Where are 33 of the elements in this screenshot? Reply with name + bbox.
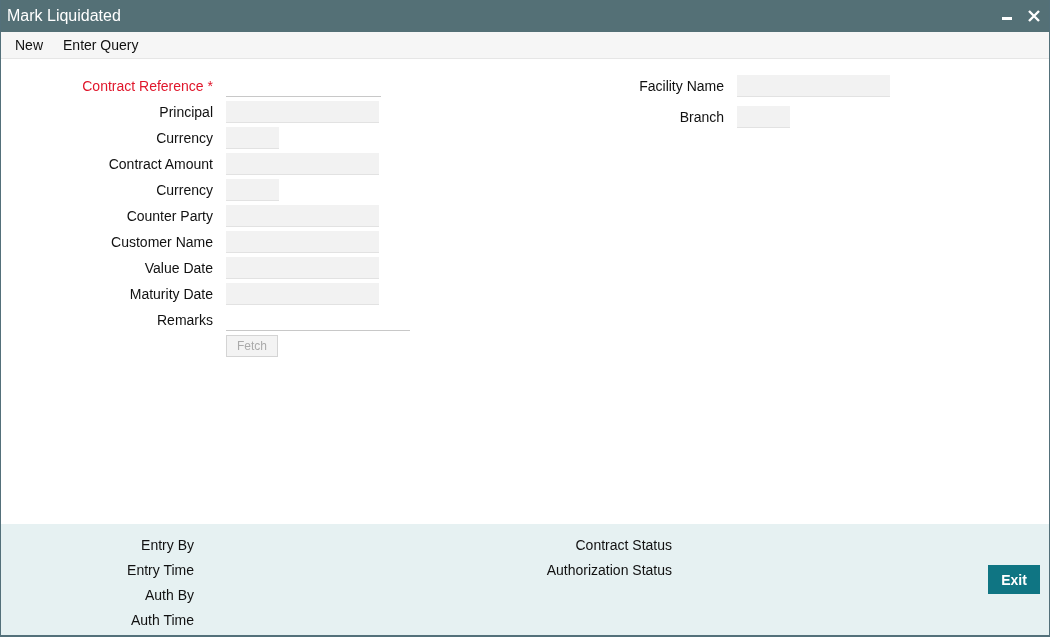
field-label: Currency — [155, 130, 213, 146]
field-label: Value Date — [143, 260, 213, 276]
field-label: Principal — [158, 104, 213, 120]
window-title: Mark Liquidated — [7, 7, 121, 25]
input-field[interactable] — [226, 127, 279, 149]
field-label: Contract Amount — [107, 156, 213, 172]
close-icon[interactable] — [1027, 9, 1041, 23]
status-label: Authorization Status — [546, 561, 672, 579]
field-label: Facility Name — [638, 78, 724, 94]
field-label: Branch — [678, 109, 724, 125]
input-field[interactable] — [226, 153, 379, 175]
input-field[interactable] — [226, 205, 379, 227]
input-field[interactable] — [226, 283, 379, 305]
field-label: Customer Name — [110, 234, 213, 250]
field-label: Currency — [155, 182, 213, 198]
audit-label: Auth By — [144, 586, 194, 604]
input-field[interactable] — [226, 179, 279, 201]
toolbar-menu-item[interactable]: Enter Query — [63, 37, 139, 53]
input-field[interactable] — [226, 257, 379, 279]
status-label: Contract Status — [575, 536, 672, 554]
field-label: Contract Reference * — [81, 78, 213, 94]
field-label: Counter Party — [125, 208, 213, 224]
audit-label: Auth Time — [130, 611, 194, 629]
input-field[interactable] — [737, 75, 890, 97]
exit-button[interactable]: Exit — [988, 565, 1040, 594]
field-label: Maturity Date — [128, 286, 213, 302]
audit-label: Entry By — [141, 536, 194, 554]
audit-label: Entry Time — [127, 561, 194, 579]
input-field[interactable] — [737, 106, 790, 128]
input-field[interactable] — [226, 101, 379, 123]
input-field[interactable] — [226, 231, 379, 253]
toolbar-menu-item[interactable]: New — [15, 37, 43, 53]
field-label: Remarks — [156, 312, 213, 328]
